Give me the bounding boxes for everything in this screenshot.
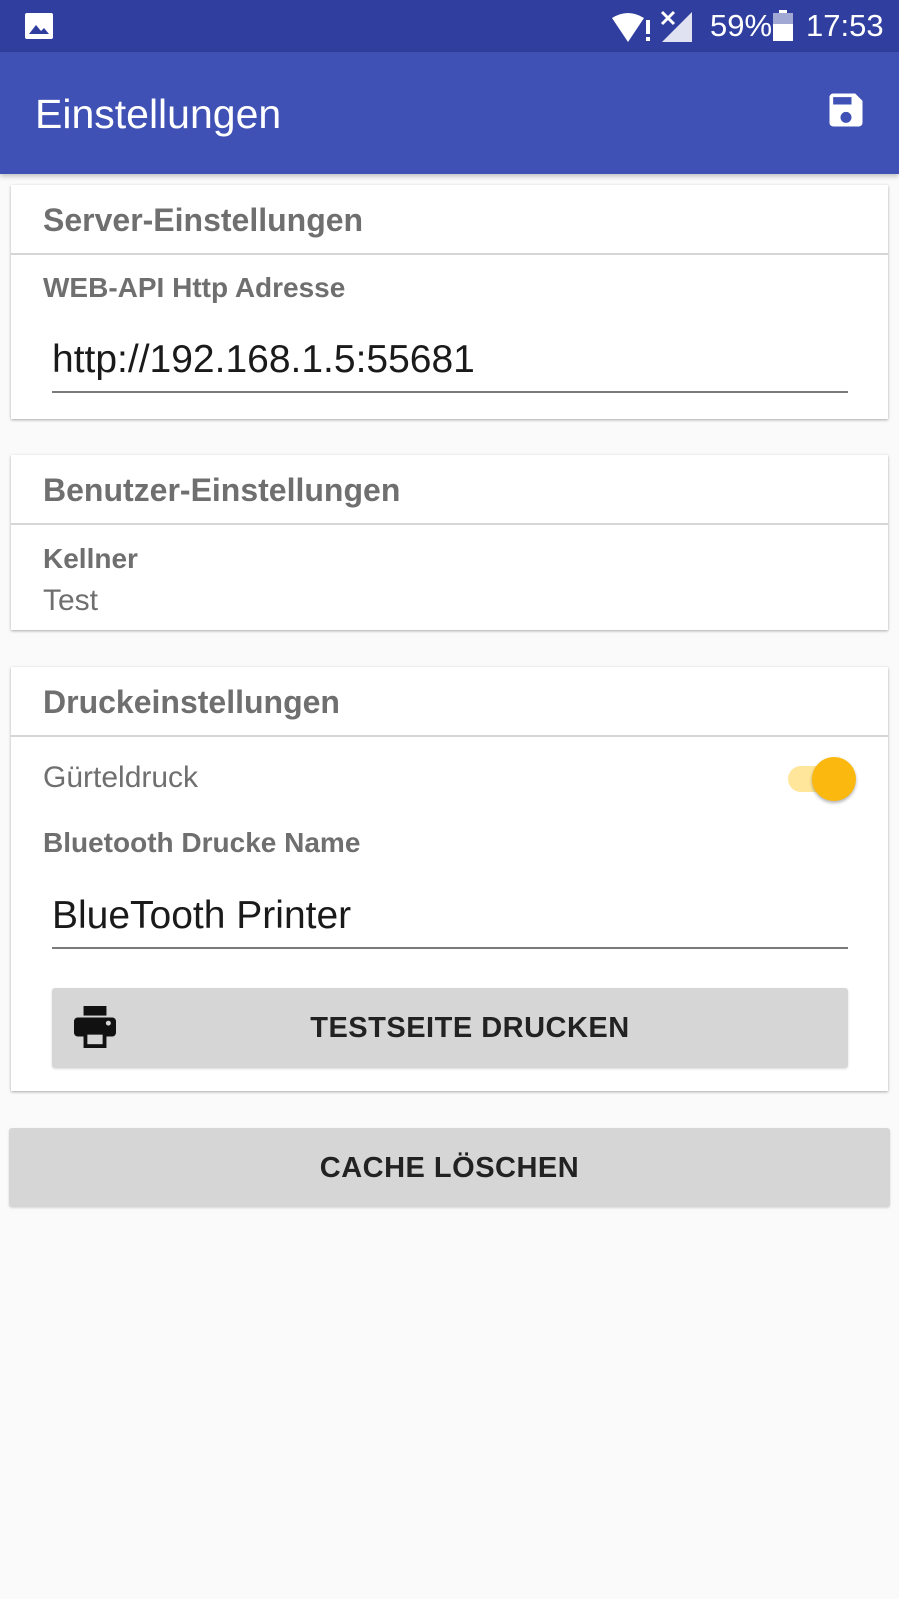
print-settings-card: Druckeinstellungen Gürteldruck Bluetooth… bbox=[11, 667, 888, 1091]
print-settings-title: Druckeinstellungen bbox=[43, 684, 340, 720]
app-bar: Einstellungen bbox=[0, 52, 899, 174]
battery-icon bbox=[773, 10, 793, 41]
card-header: Benutzer-Einstellungen bbox=[11, 455, 888, 525]
image-icon bbox=[25, 13, 53, 39]
user-settings-card: Benutzer-Einstellungen Kellner Test bbox=[11, 455, 888, 630]
clear-cache-button[interactable]: CACHE LÖSCHEN bbox=[9, 1128, 890, 1207]
belt-print-label: Gürteldruck bbox=[43, 761, 199, 794]
server-settings-title: Server-Einstellungen bbox=[43, 202, 364, 238]
battery-percent: 59% bbox=[710, 8, 773, 43]
belt-print-toggle[interactable] bbox=[776, 753, 856, 805]
page-title: Einstellungen bbox=[35, 91, 282, 137]
clear-cache-button-label: CACHE LÖSCHEN bbox=[319, 1152, 580, 1184]
waiter-label: Kellner bbox=[43, 543, 138, 574]
card-header: Server-Einstellungen bbox=[11, 185, 888, 255]
test-print-button[interactable]: TESTSEITE DRUCKEN bbox=[52, 988, 848, 1068]
bluetooth-printer-name-input[interactable] bbox=[52, 885, 848, 949]
waiter-value[interactable]: Test bbox=[43, 583, 98, 619]
save-icon[interactable] bbox=[824, 88, 868, 132]
clock: 17:53 bbox=[806, 8, 884, 43]
toggle-thumb bbox=[812, 757, 856, 801]
user-settings-title: Benutzer-Einstellungen bbox=[43, 472, 401, 508]
card-header: Druckeinstellungen bbox=[11, 667, 888, 737]
no-signal-icon bbox=[660, 10, 692, 42]
test-print-button-label: TESTSEITE DRUCKEN bbox=[310, 1012, 630, 1044]
wifi-alert-icon bbox=[612, 13, 650, 42]
web-api-label: WEB-API Http Adresse bbox=[43, 272, 346, 303]
bluetooth-printer-label: Bluetooth Drucke Name bbox=[43, 827, 361, 858]
status-bar: 59% 17:53 bbox=[0, 0, 899, 52]
server-settings-card: Server-Einstellungen WEB-API Http Adress… bbox=[11, 185, 888, 419]
web-api-address-input[interactable] bbox=[52, 329, 848, 393]
